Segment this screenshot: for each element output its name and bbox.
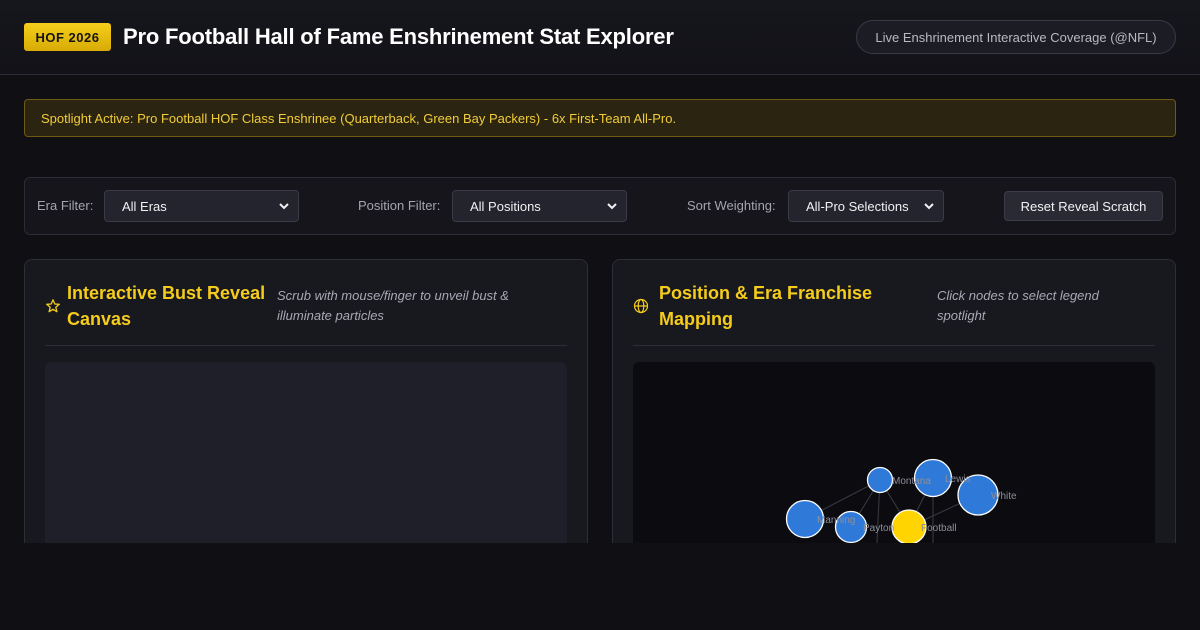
chevron-down-icon bbox=[279, 203, 289, 210]
reset-reveal-button[interactable]: Reset Reveal Scratch bbox=[1004, 191, 1163, 221]
node-label-manning: Manning bbox=[817, 515, 855, 526]
network-svg: Montana Lewis White Manning Payton Footb… bbox=[785, 458, 1017, 558]
sort-weighting-select[interactable]: All-Pro Selections bbox=[788, 190, 944, 222]
card-divider bbox=[45, 345, 567, 346]
node-label-white: White bbox=[991, 491, 1017, 502]
bust-card-hint: Scrub with mouse/finger to unveil bust &… bbox=[277, 288, 509, 323]
spotlight-banner: Spotlight Active: Pro Football HOF Class… bbox=[24, 99, 1176, 137]
page-footer-space bbox=[0, 543, 1200, 630]
bust-reveal-canvas[interactable] bbox=[45, 362, 567, 558]
page-title: Pro Football Hall of Fame Enshrinement S… bbox=[123, 24, 674, 49]
star-icon bbox=[46, 299, 60, 313]
era-filter-select[interactable]: All Eras bbox=[104, 190, 299, 222]
chevron-down-icon bbox=[924, 203, 934, 210]
franchise-mapping-card: Position & Era Franchise Mapping Click n… bbox=[612, 259, 1176, 559]
era-filter-value: All Eras bbox=[122, 198, 167, 214]
network-node-montana[interactable] bbox=[866, 466, 894, 494]
bust-reveal-card: Interactive Bust Reveal Canvas Scrub wit… bbox=[24, 259, 588, 559]
sort-weighting-label: Sort Weighting: bbox=[687, 198, 776, 213]
position-filter-value: All Positions bbox=[470, 198, 541, 214]
hof-year-badge: HOF 2026 bbox=[24, 23, 111, 51]
mapping-card-title: Position & Era Franchise Mapping bbox=[659, 283, 873, 329]
node-label-payton: Payton bbox=[863, 523, 894, 534]
spotlight-text: Spotlight Active: Pro Football HOF Class… bbox=[41, 110, 677, 126]
position-filter-select[interactable]: All Positions bbox=[452, 190, 627, 222]
card-divider bbox=[633, 345, 1155, 346]
filter-toolbar: Era Filter: All Eras Position Filter: Al… bbox=[24, 177, 1176, 235]
position-filter-label: Position Filter: bbox=[358, 198, 441, 213]
globe-icon bbox=[633, 298, 649, 314]
node-label-football: Football bbox=[921, 523, 957, 534]
header-bar: HOF 2026 Pro Football Hall of Fame Enshr… bbox=[0, 0, 1200, 75]
live-coverage-link[interactable]: Live Enshrinement Interactive Coverage (… bbox=[856, 20, 1176, 54]
franchise-network-graph[interactable]: Montana Lewis White Manning Payton Footb… bbox=[633, 362, 1155, 558]
bust-card-title: Interactive Bust Reveal Canvas bbox=[67, 283, 266, 329]
sort-weighting-value: All-Pro Selections bbox=[806, 198, 909, 214]
mapping-card-hint: Click nodes to select legend spotlight bbox=[937, 288, 1099, 323]
node-label-montana: Montana bbox=[892, 476, 931, 487]
era-filter-label: Era Filter: bbox=[37, 198, 94, 213]
node-label-lewis: Lewis bbox=[945, 474, 971, 485]
chevron-down-icon bbox=[607, 203, 617, 210]
